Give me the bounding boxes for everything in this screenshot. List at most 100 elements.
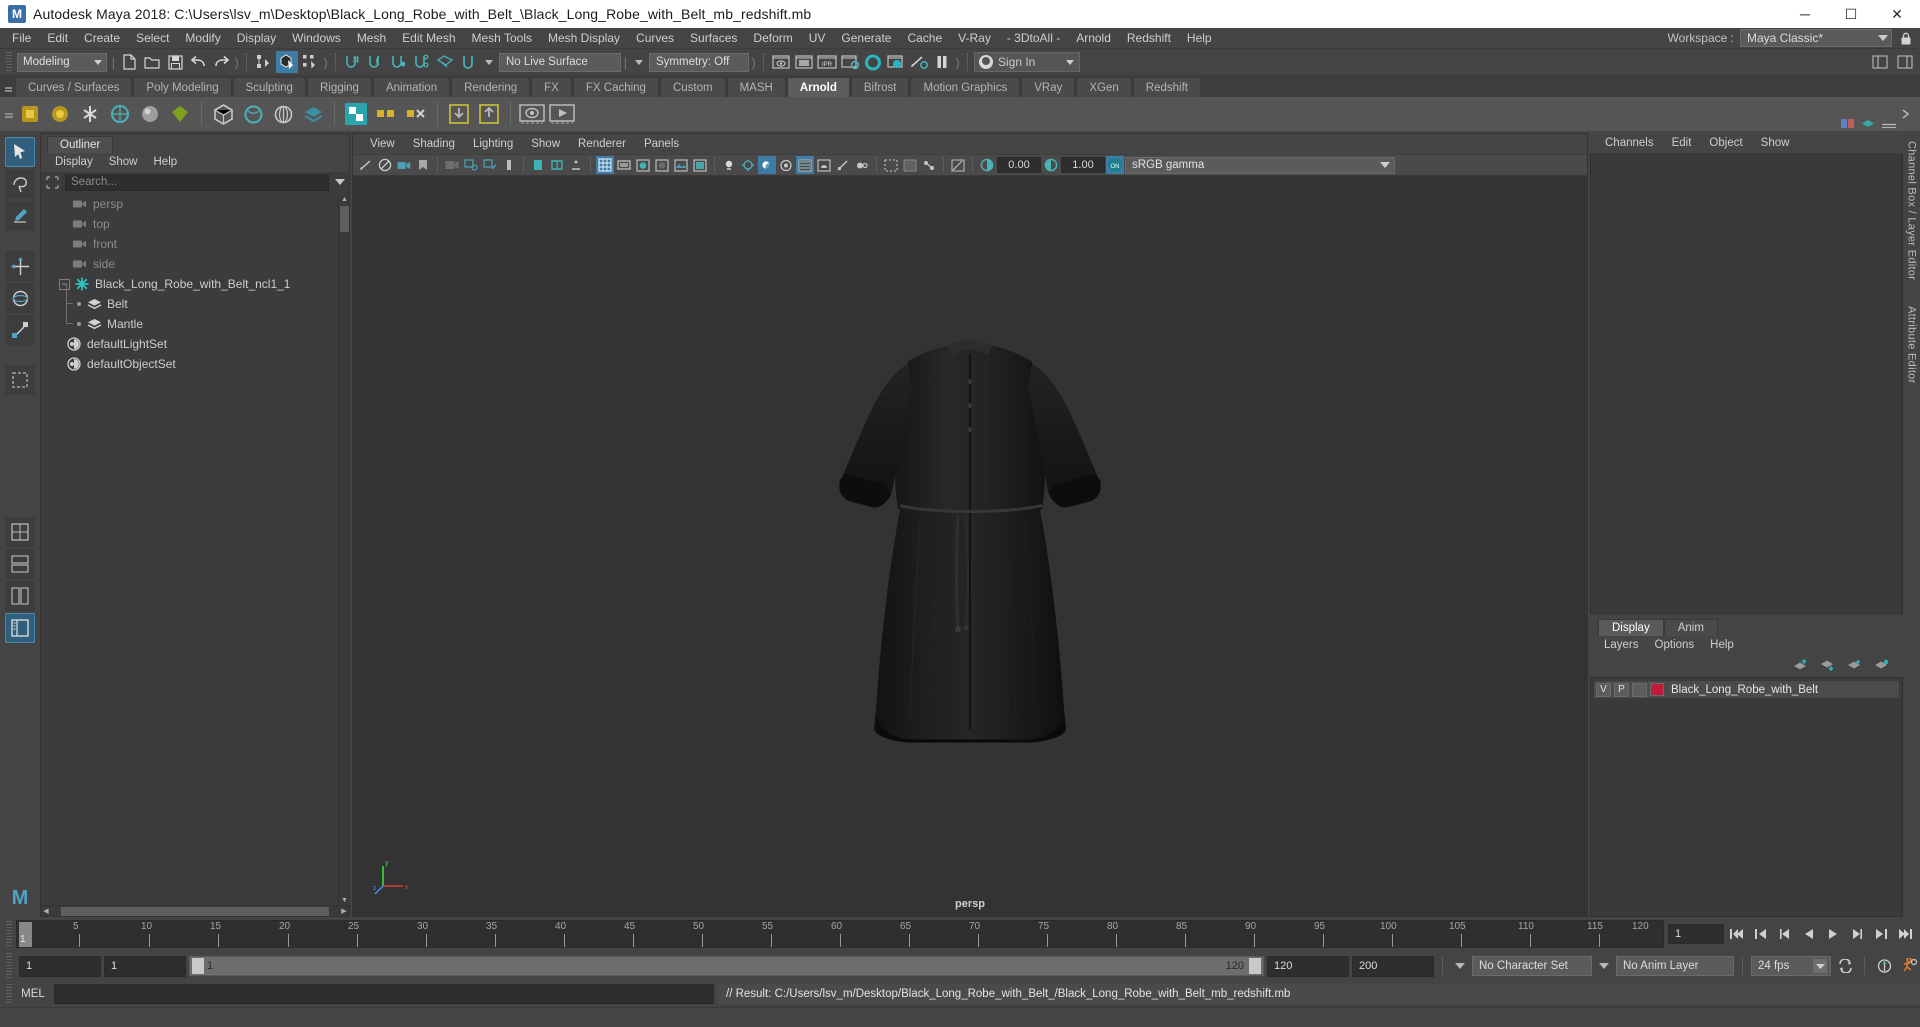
layer-color-swatch[interactable]	[1650, 683, 1664, 696]
anim-start-field[interactable]: 1	[104, 955, 186, 977]
shelf-tab-animation[interactable]: Animation	[372, 77, 451, 97]
channelbox-layer-editor-vertical-tab[interactable]: Channel Box / Layer Editor	[1906, 141, 1918, 280]
play-forwards-icon[interactable]	[1822, 923, 1844, 945]
redo-render-button[interactable]	[793, 51, 815, 73]
anim-layer-field[interactable]: No Anim Layer	[1616, 956, 1734, 976]
anim-end-field[interactable]: 120	[1267, 955, 1349, 977]
shelf-tab-poly-modeling[interactable]: Poly Modeling	[133, 77, 232, 97]
range-start-field[interactable]: 1	[19, 955, 101, 977]
lock-icon[interactable]	[1898, 30, 1914, 46]
outliner-menu-show[interactable]: Show	[101, 153, 146, 172]
channelbox-menu-channels[interactable]: Channels	[1596, 133, 1663, 153]
arnold-layers-icon[interactable]	[299, 100, 327, 128]
render-view-button[interactable]	[885, 51, 907, 73]
character-set-chevron-icon[interactable]	[1455, 963, 1465, 969]
use-default-material-icon[interactable]	[691, 156, 709, 174]
xray-icon[interactable]	[901, 156, 919, 174]
film-gate-icon[interactable]	[548, 156, 566, 174]
snap-options-chevron-icon[interactable]	[485, 59, 493, 65]
lighting-default-icon[interactable]	[720, 156, 738, 174]
outliner-item-top[interactable]: top	[43, 214, 338, 234]
menu-mesh[interactable]: Mesh	[349, 28, 394, 49]
select-camera-icon[interactable]	[357, 156, 375, 174]
scroll-right-arrow-icon[interactable]: ▶	[339, 906, 349, 917]
snap-to-view-plane-button[interactable]	[434, 51, 456, 73]
screen-space-ao-icon[interactable]	[815, 156, 833, 174]
shelf-tab-custom[interactable]: Custom	[659, 77, 726, 97]
light-manipulator-icon[interactable]	[567, 156, 585, 174]
outliner-item-belt[interactable]: Belt	[43, 284, 338, 314]
menu-3dtoall[interactable]: - 3DtoAll -	[999, 28, 1068, 49]
arnold-photometric-light-icon[interactable]	[106, 100, 134, 128]
outliner-item-default-light-set[interactable]: defaultLightSet	[43, 334, 338, 354]
step-back-key-icon[interactable]	[1750, 923, 1772, 945]
move-tool-button[interactable]	[5, 251, 35, 281]
arnold-volume-icon[interactable]	[239, 100, 267, 128]
new-scene-button[interactable]	[118, 51, 140, 73]
shelf-tab-motion-graphics[interactable]: Motion Graphics	[910, 77, 1021, 97]
depth-of-field-icon[interactable]	[853, 156, 871, 174]
arnold-sphere-icon[interactable]	[136, 100, 164, 128]
layer-list[interactable]: V P Black_Long_Robe_with_Belt	[1590, 677, 1903, 917]
layer-tab-display[interactable]: Display	[1598, 619, 1664, 636]
channelbox-menu-object[interactable]: Object	[1700, 133, 1751, 153]
arnold-light-portal-icon[interactable]	[166, 100, 194, 128]
layout-three-pane-button[interactable]	[5, 581, 35, 611]
arnold-render-view-icon[interactable]	[518, 100, 546, 128]
range-bar[interactable]: 1 120	[189, 956, 1264, 976]
command-input[interactable]	[54, 984, 714, 1004]
collapse-expander-icon[interactable]: −	[59, 278, 70, 290]
arnold-import-icon[interactable]	[445, 100, 473, 128]
lasso-tool-button[interactable]	[5, 169, 35, 199]
show-attribute-editor-button[interactable]	[1894, 51, 1916, 73]
layer-menu-options[interactable]: Options	[1647, 636, 1703, 655]
range-end-field[interactable]: 200	[1352, 955, 1434, 977]
menu-cache[interactable]: Cache	[899, 28, 950, 49]
shelf-tab-rigging[interactable]: Rigging	[306, 77, 372, 97]
select-by-component-button[interactable]	[299, 51, 321, 73]
paint-select-tool-button[interactable]	[5, 201, 35, 231]
minimize-button[interactable]: ─	[1782, 0, 1828, 28]
menu-redshift[interactable]: Redshift	[1119, 28, 1179, 49]
arnold-area-light-icon[interactable]	[16, 100, 44, 128]
outliner-item-ncloth-group[interactable]: − Black_Long_Robe_with_Belt_ncl1_1	[43, 274, 338, 294]
pause-render-button[interactable]	[931, 51, 953, 73]
save-scene-button[interactable]	[164, 51, 186, 73]
menu-create[interactable]: Create	[76, 28, 128, 49]
gamma-adjust-icon[interactable]	[1042, 156, 1060, 174]
color-management-toggle-icon[interactable]: ON	[1106, 156, 1124, 174]
viewport-menu-shading[interactable]: Shading	[404, 134, 464, 154]
color-profile-dropdown[interactable]: sRGB gamma	[1125, 156, 1395, 174]
outliner-horizontal-scrollbar[interactable]: ◀ ▶	[41, 905, 349, 916]
viewport-menu-renderer[interactable]: Renderer	[569, 134, 635, 154]
menu-vray[interactable]: V-Ray	[950, 28, 999, 49]
rotate-tool-button[interactable]	[5, 283, 35, 313]
make-live-button[interactable]	[457, 51, 479, 73]
open-scene-button[interactable]	[141, 51, 163, 73]
arnold-remove-shader-icon[interactable]	[402, 100, 430, 128]
channelbox-menu-show[interactable]: Show	[1752, 133, 1799, 153]
channelbox-content-area[interactable]	[1590, 154, 1903, 614]
outliner-search-input[interactable]	[65, 173, 329, 191]
shelf-icon-grip[interactable]	[4, 101, 14, 127]
ambient-occlusion-icon[interactable]	[777, 156, 795, 174]
auto-keyframe-icon[interactable]	[1873, 955, 1895, 977]
range-left-handle[interactable]	[192, 958, 204, 974]
fps-dropdown[interactable]: 24 fps	[1751, 956, 1831, 976]
outliner-item-front[interactable]: front	[43, 234, 338, 254]
menu-help[interactable]: Help	[1179, 28, 1220, 49]
move-layer-up-icon[interactable]	[1793, 658, 1808, 674]
scroll-up-arrow-icon[interactable]: ▲	[340, 194, 349, 204]
channelbox-menu-edit[interactable]: Edit	[1663, 133, 1701, 153]
range-right-handle[interactable]	[1249, 958, 1261, 974]
lighting-all-icon[interactable]	[739, 156, 757, 174]
symmetry-chevron-icon[interactable]	[635, 59, 643, 65]
render-sequence-button[interactable]	[908, 51, 930, 73]
go-to-end-icon[interactable]	[1894, 923, 1916, 945]
live-surface-field[interactable]: No Live Surface	[499, 52, 621, 72]
layer-editor-toggle-icon[interactable]	[1861, 119, 1875, 133]
snap-to-projected-center-button[interactable]	[411, 51, 433, 73]
outliner-item-persp[interactable]: persp	[43, 194, 338, 214]
workspace-dropdown[interactable]: Maya Classic*	[1740, 29, 1892, 47]
exposure-field[interactable]: 0.00	[997, 157, 1041, 173]
